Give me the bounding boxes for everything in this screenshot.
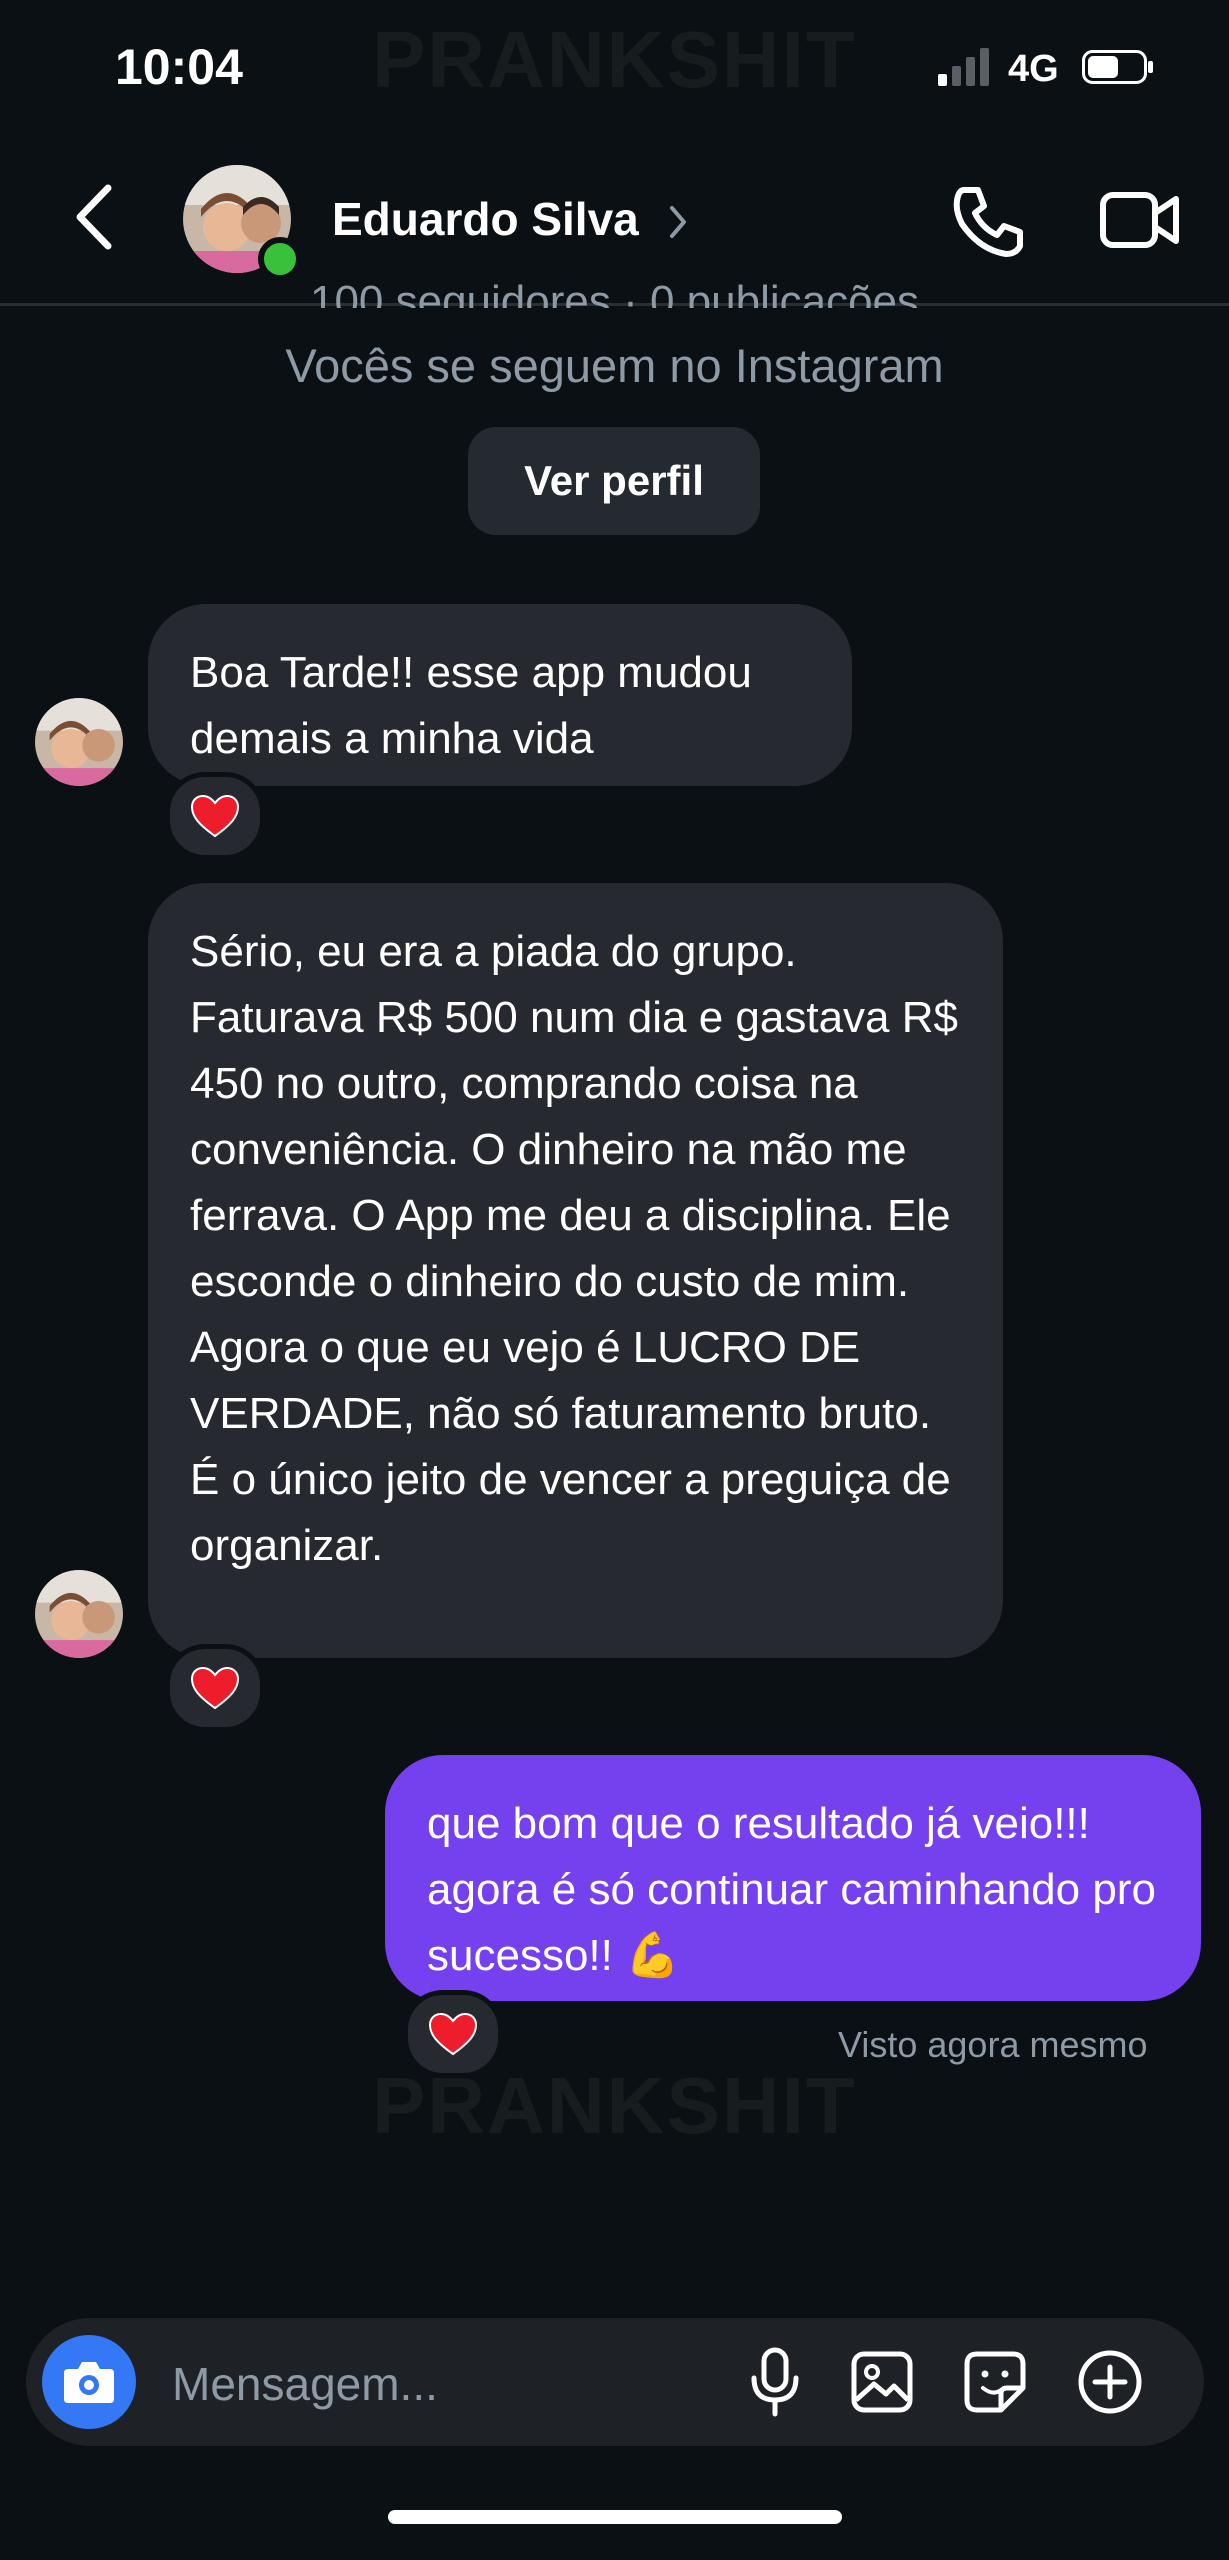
contact-name[interactable]: Eduardo Silva	[332, 192, 639, 246]
home-indicator[interactable]	[388, 2510, 842, 2524]
battery-icon	[1082, 50, 1153, 84]
microphone-button[interactable]	[735, 2342, 815, 2422]
profile-mutual-line: Vocês se seguem no Instagram	[285, 339, 944, 392]
more-options-button[interactable]	[1070, 2342, 1150, 2422]
seen-status: Visto agora mesmo	[838, 2024, 1148, 2065]
heart-icon	[428, 2012, 478, 2056]
view-profile-button[interactable]: Ver perfil	[468, 427, 760, 535]
back-arrow-icon[interactable]	[70, 182, 120, 252]
message-bubble-incoming[interactable]: Sério, eu era a piada do grupo. Faturava…	[148, 883, 1003, 1658]
heart-icon	[190, 1666, 240, 1710]
message-bubble-incoming[interactable]: Boa Tarde!! esse app mudou demais a minh…	[148, 604, 852, 786]
sticker-button[interactable]	[955, 2342, 1035, 2422]
image-icon	[851, 2351, 913, 2413]
signal-icon	[938, 48, 989, 86]
network-type: 4G	[1008, 48, 1059, 90]
phone-call-icon[interactable]	[950, 182, 1028, 260]
sticker-icon	[964, 2351, 1026, 2413]
sender-avatar[interactable]	[35, 698, 123, 786]
heart-reaction[interactable]	[403, 1990, 503, 2078]
gallery-button[interactable]	[842, 2342, 922, 2422]
heart-reaction[interactable]	[165, 1644, 265, 1732]
heart-icon	[190, 794, 240, 838]
chevron-right-icon[interactable]	[668, 204, 688, 240]
profile-followers-line: 100 seguidores · 0 publicações	[309, 277, 920, 308]
status-time: 10:04	[115, 39, 243, 95]
heart-reaction[interactable]	[165, 772, 265, 860]
video-call-icon[interactable]	[1100, 185, 1180, 255]
message-bubble-outgoing[interactable]: que bom que o resultado já veio!!! agora…	[385, 1755, 1201, 2001]
camera-button[interactable]	[42, 2335, 136, 2429]
sender-avatar[interactable]	[35, 1570, 123, 1658]
plus-circle-icon	[1078, 2350, 1142, 2414]
watermark-top: PRANKSHIT	[372, 15, 857, 104]
camera-icon	[64, 2362, 114, 2403]
message-input[interactable]	[170, 2348, 694, 2420]
microphone-icon	[751, 2347, 799, 2417]
